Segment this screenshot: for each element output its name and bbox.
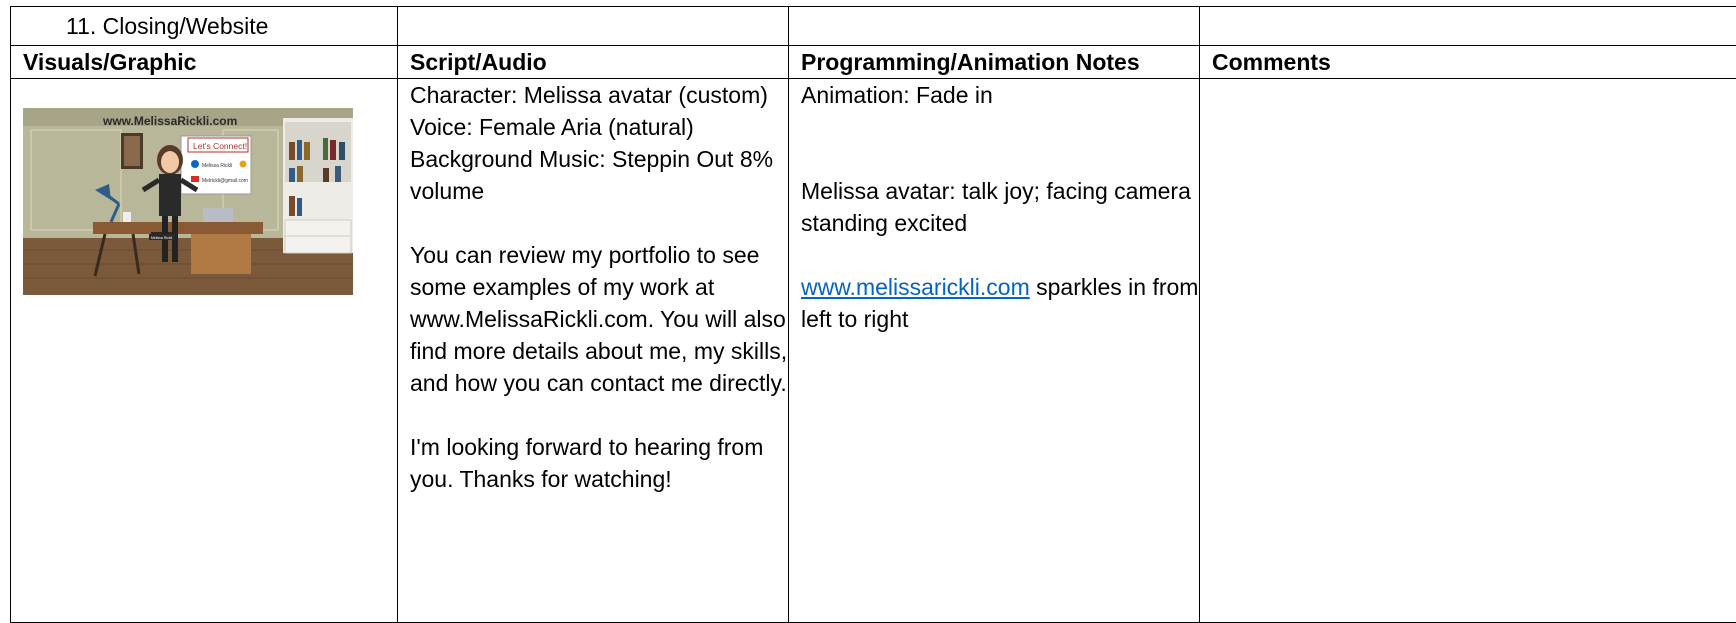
header-comments: Comments [1200,46,1736,79]
thumb-desk-sign: Melissa Rickli [151,236,172,240]
storyboard-table: 11. Closing/Website Visuals/Graphic Scri… [10,6,1736,623]
header-visuals: Visuals/Graphic [11,46,398,79]
thumb-connect-label: Let's Connect! [193,141,247,151]
comments-cell [1200,79,1736,623]
scene-title-cell: 11. Closing/Website [11,7,398,46]
script-cell: Character: Melissa avatar (custom) Voice… [398,79,789,623]
thumb-email: Melrickli@gmail.com [202,178,248,184]
header-row: Visuals/Graphic Script/Audio Programming… [11,46,1736,79]
empty-title-cell [398,7,789,46]
visuals-cell: www.MelissaRickli.com Let's Connect! Mel… [11,79,398,623]
empty-title-cell [789,7,1200,46]
thumb-linkedin-name: Melissa Rickli [202,163,232,169]
notes-avatar: Melissa avatar: talk joy; facing camera … [801,175,1199,239]
script-music: Background Music: Steppin Out 8% volume [410,143,788,207]
empty-title-cell [1200,7,1736,46]
notes-cell: Animation: Fade in Melissa avatar: talk … [789,79,1200,623]
scene-label: 11. Closing/Website [23,7,397,45]
header-script: Script/Audio [398,46,789,79]
script-character: Character: Melissa avatar (custom) [410,79,788,111]
header-programming: Programming/Animation Notes [789,46,1200,79]
storyboard-page: 11. Closing/Website Visuals/Graphic Scri… [0,0,1736,617]
scene-thumbnail-image: www.MelissaRickli.com Let's Connect! Mel… [23,108,353,295]
script-paragraph-2: I'm looking forward to hearing from you.… [410,431,788,495]
notes-link-line: www.melissarickli.com sparkles in from l… [801,271,1199,335]
content-row: www.MelissaRickli.com Let's Connect! Mel… [11,79,1736,623]
script-voice: Voice: Female Aria (natural) [410,111,788,143]
thumb-site-title: www.MelissaRickli.com [102,114,237,128]
scene-title-row: 11. Closing/Website [11,7,1736,46]
website-link[interactable]: www.melissarickli.com [801,274,1030,300]
notes-animation: Animation: Fade in [801,79,1199,111]
script-paragraph-1: You can review my portfolio to see some … [410,239,788,399]
